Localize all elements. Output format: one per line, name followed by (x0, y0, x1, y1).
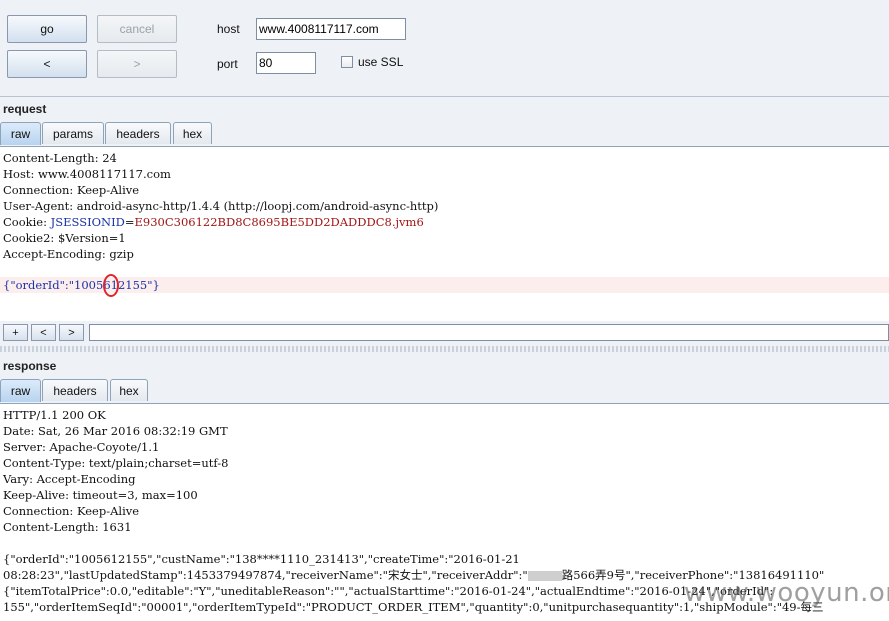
response-body-text: 08:28:23","lastUpdatedStamp":14533794978… (3, 568, 528, 582)
request-line: Connection: Keep-Alive (3, 183, 140, 197)
response-line: Content-Type: text/plain;charset=utf-8 (3, 456, 229, 470)
go-button[interactable]: go (7, 15, 87, 43)
top-separator (0, 96, 889, 97)
search-prev-button[interactable]: < (31, 324, 56, 341)
response-body-line: {"orderId":"1005612155","custName":"138*… (3, 552, 520, 566)
response-line: Server: Apache-Coyote/1.1 (3, 440, 160, 454)
response-tab-hex[interactable]: hex (110, 379, 148, 401)
response-line: Vary: Accept-Encoding (3, 472, 136, 486)
response-line: Content-Length: 1631 (3, 520, 132, 534)
port-label: port (217, 57, 238, 71)
response-line: Date: Sat, 26 Mar 2016 08:32:19 GMT (3, 424, 228, 438)
search-add-button[interactable]: + (3, 324, 28, 341)
request-line: Accept-Encoding: gzip (3, 247, 134, 261)
request-line: Content-Length: 24 (3, 151, 117, 165)
use-ssl-label: use SSL (358, 55, 404, 69)
use-ssl-checkbox[interactable] (341, 56, 353, 68)
request-line: Host: www.4008117117.com (3, 167, 171, 181)
search-next-button[interactable]: > (59, 324, 84, 341)
request-cookie2-line: Cookie2: $Version=1 (3, 231, 126, 245)
pane-splitter[interactable] (0, 346, 889, 352)
response-tab-headers[interactable]: headers (42, 379, 108, 401)
request-tab-params[interactable]: params (42, 122, 104, 144)
request-body: {"orderId":"1005612155"} (3, 278, 160, 292)
request-tab-raw[interactable]: raw (0, 122, 41, 145)
request-title: request (3, 102, 47, 116)
response-body-line: {"itemTotalPrice":0.0,"editable":"Y","un… (3, 584, 774, 598)
response-tabs: raw headers hex (0, 379, 889, 402)
cookie-label: Cookie: (3, 215, 51, 229)
host-input[interactable] (256, 18, 406, 40)
back-button[interactable]: < (7, 50, 87, 78)
highlight-circle-marker (103, 274, 119, 297)
cookie-value: E930C306122BD8C8695BE5DD2DADDDC8.jvm6 (134, 215, 424, 229)
search-bar: + < > (3, 324, 889, 342)
watermark: www.wooyun.org (684, 578, 889, 608)
port-input[interactable] (256, 52, 316, 74)
response-line: Connection: Keep-Alive (3, 504, 140, 518)
request-tab-hex[interactable]: hex (173, 122, 212, 144)
request-cookie-line: Cookie: JSESSIONID=E930C306122BD8C8695BE… (3, 215, 424, 229)
request-tabs: raw params headers hex (0, 122, 889, 145)
host-label: host (217, 22, 240, 36)
cancel-button[interactable]: cancel (97, 15, 177, 43)
request-line: User-Agent: android-async-http/1.4.4 (ht… (3, 199, 439, 213)
request-text-area[interactable]: Content-Length: 24 Host: www.4008117117.… (0, 146, 889, 321)
search-input[interactable] (89, 324, 889, 341)
request-tab-headers[interactable]: headers (105, 122, 171, 144)
forward-button[interactable]: > (97, 50, 177, 78)
response-tab-raw[interactable]: raw (0, 379, 41, 402)
redacted-address-blur (527, 571, 562, 581)
response-line: HTTP/1.1 200 OK (3, 408, 106, 422)
cookie-name: JSESSIONID (50, 215, 125, 229)
response-title: response (3, 359, 57, 373)
response-line: Keep-Alive: timeout=3, max=100 (3, 488, 198, 502)
